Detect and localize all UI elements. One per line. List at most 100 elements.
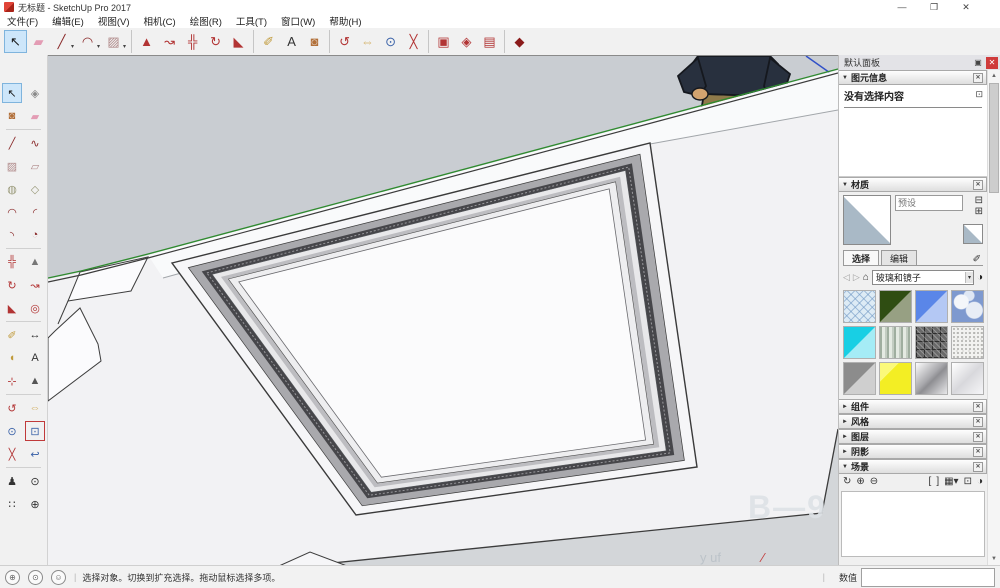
material-glass-blue[interactable] — [915, 290, 948, 323]
three-point-arc-tool[interactable]: ◝ — [2, 225, 22, 245]
navigation-tool[interactable]: ⊕ — [25, 494, 45, 514]
pan-tool[interactable]: ⇔ — [356, 30, 379, 53]
tab-edit[interactable]: 编辑 — [881, 250, 918, 265]
scale-tool[interactable]: ◣ — [227, 30, 250, 53]
scrollbar-thumb[interactable] — [989, 83, 999, 193]
select-tool[interactable]: ↖ — [2, 83, 22, 103]
position-camera-tool[interactable]: ♟ — [2, 471, 22, 491]
walk-tool[interactable]: ∷ — [2, 494, 22, 514]
axes-tool[interactable]: ⊹ — [2, 371, 22, 391]
tray-close-button[interactable]: ✕ — [986, 56, 998, 69]
measurements-input[interactable] — [861, 567, 995, 587]
orbit-tool[interactable]: ↺ — [2, 398, 22, 418]
offset-tool[interactable]: ◎ — [25, 298, 45, 318]
material-glass-gray[interactable] — [843, 362, 876, 395]
maximize-button[interactable]: ❐ — [918, 0, 950, 14]
material-name-input[interactable] — [895, 195, 963, 211]
circle-tool[interactable]: ◍ — [2, 179, 22, 199]
move-tool[interactable]: ╬ — [2, 252, 22, 272]
menu-file[interactable]: 文件(F) — [0, 14, 45, 28]
forward-icon[interactable]: ▷ — [853, 272, 860, 283]
remove-scene-icon[interactable]: ⊖ — [870, 474, 878, 490]
paint-bucket-tool[interactable]: ◙ — [2, 106, 22, 126]
menu-camera[interactable]: 相机(C) — [136, 14, 182, 28]
section-layers-header[interactable]: ► 图层 ✕ — [839, 429, 987, 444]
eraser-tool[interactable]: ▰ — [27, 30, 50, 53]
section-shadows-close-icon[interactable]: ✕ — [973, 446, 983, 457]
home-icon[interactable]: ⌂ — [863, 272, 869, 283]
rectangle-tool[interactable]: ▨ — [2, 156, 22, 176]
section-styles-header[interactable]: ► 风格 ✕ — [839, 414, 987, 429]
get-models-icon[interactable]: ▣ — [432, 30, 455, 53]
rectangle-tool[interactable]: ▨ — [102, 30, 125, 53]
material-glass-sky-reflection[interactable] — [951, 290, 984, 323]
text-tool[interactable]: A — [25, 348, 45, 368]
move-scene-left-icon[interactable]: [ — [929, 474, 932, 490]
tape-measure-tool[interactable]: ✐ — [257, 30, 280, 53]
freehand-tool[interactable]: ∿ — [25, 133, 45, 153]
material-glass-obscure-tile[interactable] — [915, 326, 948, 359]
material-glass-ribbed[interactable] — [879, 326, 912, 359]
look-around-tool[interactable]: ⊙ — [25, 471, 45, 491]
arc-tool[interactable]: ◠ — [76, 30, 99, 53]
zoom-tool[interactable]: ⊙ — [379, 30, 402, 53]
view-options-icon[interactable]: ▦▾ — [944, 474, 958, 490]
zoom-window-tool[interactable]: ⊡ — [25, 421, 45, 441]
rotate-tool[interactable]: ↻ — [204, 30, 227, 53]
material-glass-dark-green[interactable] — [879, 290, 912, 323]
menu-view[interactable]: 视图(V) — [91, 14, 137, 28]
entity-info-header[interactable]: ▼ 图元信息 ✕ — [839, 70, 987, 85]
select-tool[interactable]: ↖ — [4, 30, 27, 53]
section-components-close-icon[interactable]: ✕ — [973, 401, 983, 412]
dimension-tool[interactable]: ↔ — [25, 325, 45, 345]
material-detail-icon[interactable]: ◑ — [977, 272, 983, 283]
menu-help[interactable]: 帮助(H) — [322, 14, 368, 28]
follow-me-tool[interactable]: ↝ — [25, 275, 45, 295]
move-scene-right-icon[interactable]: ] — [936, 474, 939, 490]
set-default-material-swatch[interactable] — [963, 224, 983, 244]
geolocation-icon[interactable]: ⊕ — [5, 569, 20, 585]
polygon-tool[interactable]: ◇ — [25, 179, 45, 199]
section-layers-close-icon[interactable]: ✕ — [973, 431, 983, 442]
text-tool[interactable]: A — [280, 30, 303, 53]
send-to-layout-icon[interactable]: ▤ — [478, 30, 501, 53]
share-model-icon[interactable]: ◈ — [455, 30, 478, 53]
back-icon[interactable]: ◁ — [843, 272, 850, 283]
pin-icon[interactable]: ▣ — [972, 58, 984, 67]
follow-me-tool[interactable]: ↝ — [158, 30, 181, 53]
menu-edit[interactable]: 编辑(E) — [45, 14, 91, 28]
material-glass-cyan[interactable] — [843, 326, 876, 359]
material-category-dropdown[interactable]: 玻璃和镜子 ▾ — [871, 270, 974, 285]
chevron-down-icon[interactable]: ▾ — [97, 43, 100, 50]
section-shadows-header[interactable]: ► 阴影 ✕ — [839, 444, 987, 459]
scenes-list[interactable] — [841, 491, 985, 557]
credits-icon[interactable]: ⊙ — [28, 569, 43, 585]
chevron-down-icon[interactable]: ▾ — [123, 43, 126, 50]
scroll-up-icon[interactable]: ▲ — [988, 70, 1000, 82]
rotate-tool[interactable]: ↻ — [2, 275, 22, 295]
update-scene-icon[interactable]: ↻ — [843, 474, 851, 490]
section-styles-close-icon[interactable]: ✕ — [973, 416, 983, 427]
account-icon[interactable]: ☺ — [51, 569, 66, 585]
menu-draw[interactable]: 绘图(R) — [183, 14, 229, 28]
arc-tool[interactable]: ◠ — [2, 202, 22, 222]
materials-header[interactable]: ▼ 材质 ✕ — [839, 177, 987, 192]
chevron-down-icon[interactable]: ▾ — [71, 43, 74, 50]
minimize-button[interactable]: — — [886, 0, 918, 14]
scene-details-icon[interactable]: ⊡ — [964, 474, 972, 490]
scroll-down-icon[interactable]: ▼ — [988, 553, 1000, 565]
menu-window[interactable]: 窗口(W) — [274, 14, 322, 28]
viewport-canvas[interactable]: B—9 y uf ⁄ — [48, 56, 838, 566]
push-pull-tool[interactable]: ▲ — [25, 252, 45, 272]
push-pull-tool[interactable]: ▲ — [135, 30, 158, 53]
two-point-arc-tool[interactable]: ◜ — [25, 202, 45, 222]
material-glass-blue-lattice[interactable] — [843, 290, 876, 323]
paint-bucket-tool[interactable]: ◙ — [303, 30, 326, 53]
pie-tool[interactable]: ◔ — [25, 225, 45, 245]
sample-paint-icon[interactable]: ✐ — [973, 254, 983, 265]
tab-select[interactable]: 选择 — [843, 250, 880, 265]
protractor-tool[interactable]: ◖ — [2, 348, 22, 368]
material-glass-frosted-speckle[interactable] — [951, 326, 984, 359]
material-glass-yellow[interactable] — [879, 362, 912, 395]
orbit-tool[interactable]: ↺ — [333, 30, 356, 53]
